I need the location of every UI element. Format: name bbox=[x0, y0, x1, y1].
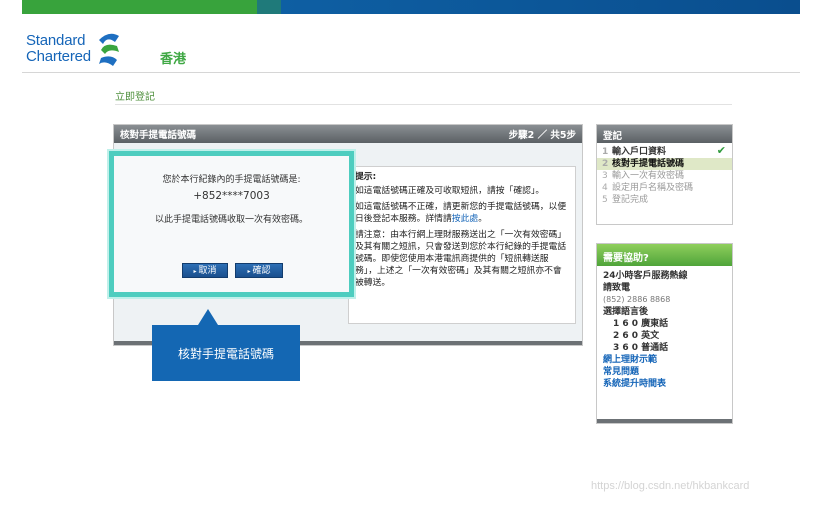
hotline-number: (852) 2886 8868 bbox=[603, 295, 671, 304]
language-option: 2 6 0 英文 bbox=[613, 331, 660, 341]
panel-header: 核對手提電話號碼 步驟2 ／ 共5步 bbox=[114, 125, 582, 143]
language-option: 3 6 0 普通話 bbox=[613, 343, 669, 353]
top-color-bar bbox=[22, 0, 800, 14]
call-label: 請致電 bbox=[603, 283, 631, 293]
hint-para-1: 如這電話號碼正確及可收取短訊，請按「確認」。 bbox=[355, 186, 545, 196]
language-label: 選擇語言後 bbox=[603, 307, 649, 317]
click-here-link[interactable]: 按此處 bbox=[452, 214, 478, 224]
hint-box: 提示: 如這電話號碼正確及可收取短訊，請按「確認」。 如這電話號碼不正確，請更新… bbox=[348, 166, 576, 324]
check-icon: ✔ bbox=[716, 144, 726, 157]
header-divider bbox=[22, 72, 800, 73]
hint-title: 提示: bbox=[355, 172, 377, 182]
phone-confirm-dialog: 您於本行紀錄內的手提電話號碼是: +852****7003 以此手提電話號碼收取… bbox=[109, 151, 354, 297]
step-indicator: 步驟2 ／ 共5步 bbox=[508, 130, 576, 141]
dialog-instruction: 以此手提電話號碼收取一次有效密碼。 bbox=[154, 215, 308, 225]
breadcrumb: 立即登記 bbox=[115, 92, 155, 103]
step-item: 1 輸入戶口資料 ✔ bbox=[602, 144, 726, 158]
breadcrumb-divider bbox=[115, 104, 732, 105]
language-option: 1 6 0 廣東話 bbox=[613, 319, 669, 329]
region-label: 香港 bbox=[160, 52, 187, 67]
confirm-button[interactable]: ▸ 確認 bbox=[235, 263, 283, 278]
step-item: 4 設定用戶名稱及密碼 bbox=[602, 183, 694, 193]
registration-steps: 登記 1 輸入戶口資料 ✔ 2 核對手提電話號碼 3 輸入一次有效密碼 4 設定用戶名稱及… bbox=[596, 124, 733, 225]
callout-pointer bbox=[198, 309, 218, 325]
steps-title: 登記 bbox=[597, 125, 732, 143]
help-title: 需要協助? bbox=[597, 244, 732, 266]
dialog-message: 您於本行紀錄內的手提電話號碼是: bbox=[162, 175, 301, 185]
demo-link[interactable]: 網上理財示範 bbox=[603, 354, 726, 366]
bank-logo[interactable]: Standard Chartered bbox=[26, 30, 123, 68]
panel-title: 核對手提電話號碼 bbox=[120, 130, 197, 141]
watermark: https://blog.csdn.net/hkbankcard bbox=[591, 480, 750, 492]
faq-link[interactable]: 常見問題 bbox=[603, 366, 726, 378]
logo-mark-icon bbox=[98, 33, 119, 66]
step-item: 3 輸入一次有效密碼 bbox=[602, 171, 685, 181]
hotline-label: 24小時客戶服務熱線 bbox=[603, 271, 688, 281]
annotation-callout: 核對手提電話號碼 bbox=[152, 325, 300, 381]
cancel-button[interactable]: ▸ 取消 bbox=[182, 263, 228, 278]
bank-name: Standard Chartered bbox=[26, 32, 91, 65]
step-item-current: 2 核對手提電話號碼 bbox=[597, 158, 732, 170]
arrow-right-icon: ▸ bbox=[247, 268, 251, 275]
hint-para-3: 請注意：由本行網上理財服務送出之「一次有效密碼」及其有關之短訊，只會發送到您於本… bbox=[355, 230, 567, 288]
arrow-right-icon: ▸ bbox=[193, 268, 197, 275]
help-box: 需要協助? 24小時客戶服務熱線 請致電 (852) 2886 8868 選擇語… bbox=[596, 243, 733, 424]
hint-para-2: 如這電話號碼不正確，請更新您的手提電話號碼，以便日後登記本服務。詳情請按此處。 bbox=[355, 202, 567, 224]
step-item: 5 登記完成 bbox=[602, 195, 649, 205]
masked-phone-number: +852****7003 bbox=[193, 190, 270, 202]
maintenance-schedule-link[interactable]: 系統提升時間表 bbox=[603, 378, 726, 390]
help-footer-bar bbox=[597, 419, 732, 423]
